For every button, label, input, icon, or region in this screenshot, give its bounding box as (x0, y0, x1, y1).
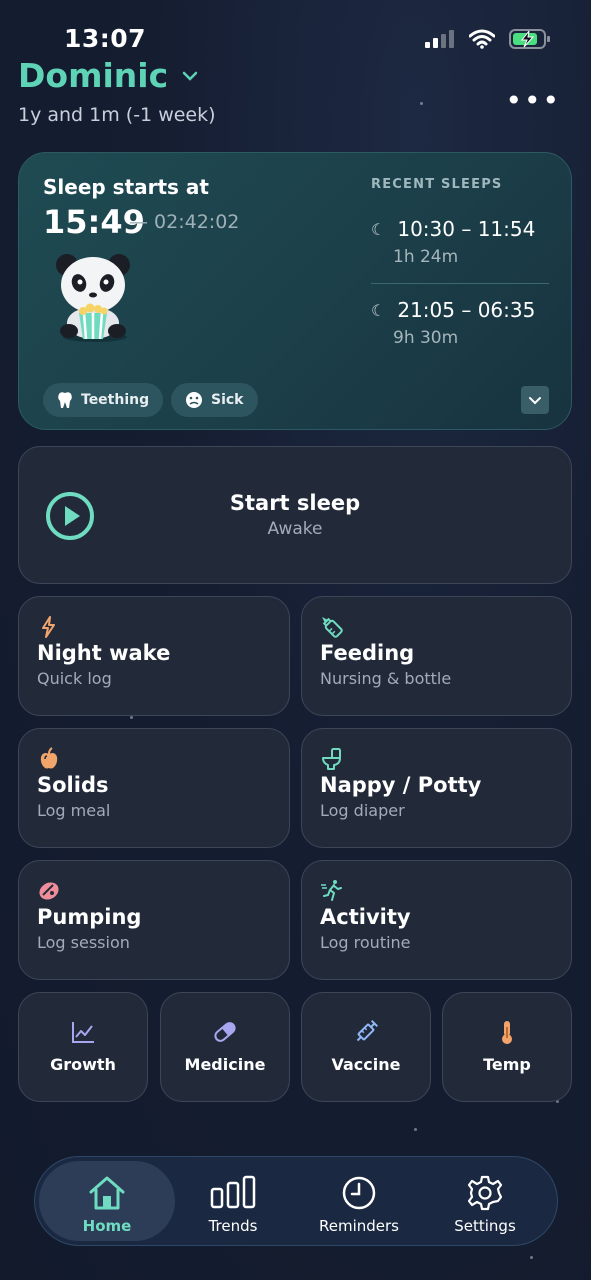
solids-tile[interactable]: Solids Log meal (18, 728, 290, 848)
tile-subtitle: Log session (37, 933, 130, 952)
tile-title: Nappy / Potty (320, 773, 482, 797)
toilet-icon (322, 748, 341, 770)
chevron-down-icon (182, 71, 198, 81)
running-icon (321, 880, 342, 901)
bars-icon (210, 1175, 256, 1209)
tile-subtitle: Log routine (320, 933, 411, 952)
vaccine-tile[interactable]: Vaccine (301, 992, 431, 1102)
medicine-tile[interactable]: Medicine (160, 992, 290, 1102)
activity-tile[interactable]: Activity Log routine (301, 860, 572, 980)
tab-trends[interactable]: Trends (165, 1161, 301, 1241)
tag-chip-sick[interactable]: Sick (171, 383, 258, 417)
tab-label: Settings (454, 1217, 516, 1235)
tab-home[interactable]: Home (39, 1161, 175, 1241)
gear-icon (467, 1175, 503, 1211)
tag-label: Teething (81, 392, 150, 408)
apple-icon (40, 747, 58, 769)
child-name: Dominic (18, 56, 169, 95)
sleep-starts-label: Sleep starts at (43, 175, 209, 199)
pumping-tile[interactable]: Pumping Log session (18, 860, 290, 980)
battery-charging-icon (509, 29, 550, 49)
child-selector[interactable]: Dominic (18, 56, 198, 95)
tile-subtitle: Log diaper (320, 801, 405, 820)
tab-label: Trends (208, 1217, 258, 1235)
panda-mascot-icon (56, 254, 130, 342)
tag-label: Sick (211, 392, 244, 408)
growth-chart-icon (72, 1022, 94, 1043)
tile-title: Feeding (320, 641, 415, 665)
chevron-down-icon (529, 396, 541, 404)
moon-icon: ☾ (371, 300, 386, 320)
recent-sleep-duration: 1h 24m (393, 247, 459, 267)
sleep-elapsed: — 02:42:02 (129, 211, 240, 233)
start-sleep-button[interactable]: Start sleep Awake (18, 446, 572, 584)
tile-label: Medicine (184, 1055, 266, 1074)
bolt-icon (42, 616, 55, 638)
child-age: 1y and 1m (-1 week) (18, 104, 216, 126)
thermometer-icon (502, 1021, 512, 1044)
night-wake-tile[interactable]: Night wake Quick log (18, 596, 290, 716)
bottle-icon (321, 616, 343, 638)
signal-icon (425, 30, 454, 48)
nappy-potty-tile[interactable]: Nappy / Potty Log diaper (301, 728, 572, 848)
sick-face-icon (186, 392, 202, 408)
growth-tile[interactable]: Growth (18, 992, 148, 1102)
sleep-state: Awake (267, 519, 323, 539)
clock-icon (342, 1176, 376, 1210)
tile-title: Pumping (37, 905, 142, 929)
recent-sleep-range: 21:05 – 06:35 (397, 298, 536, 322)
status-icons (425, 28, 551, 50)
tile-label: Growth (50, 1055, 116, 1074)
recent-sleep-item[interactable]: ☾ 21:05 – 06:35 9h 30m (371, 298, 551, 348)
pill-icon (214, 1022, 236, 1042)
recent-sleep-range: 10:30 – 11:54 (397, 217, 536, 241)
bottom-tab-bar: Home Trends Reminders Settings (34, 1156, 558, 1246)
tile-title: Solids (37, 773, 109, 797)
feeding-tile[interactable]: Feeding Nursing & bottle (301, 596, 572, 716)
tile-title: Activity (320, 905, 411, 929)
sleep-status-card[interactable]: Sleep starts at 15:49 — 02:42:02 RECENT … (18, 152, 572, 430)
status-time: 13:07 (64, 24, 147, 53)
moon-icon: ☾ (371, 219, 386, 239)
wifi-icon (469, 29, 495, 49)
tab-label: Reminders (319, 1217, 399, 1235)
tile-subtitle: Log meal (37, 801, 111, 820)
tile-subtitle: Nursing & bottle (320, 669, 452, 688)
tab-label: Home (82, 1217, 132, 1235)
divider (371, 283, 549, 284)
more-menu-icon[interactable]: ••• (505, 84, 561, 117)
recent-sleeps-title: RECENT SLEEPS (371, 177, 503, 192)
tooth-icon (58, 392, 72, 408)
tile-label: Temp (483, 1055, 531, 1074)
tab-settings[interactable]: Settings (417, 1161, 553, 1241)
recent-sleep-item[interactable]: ☾ 10:30 – 11:54 1h 24m (371, 217, 551, 267)
syringe-icon (356, 1019, 379, 1042)
start-sleep-title: Start sleep (229, 491, 361, 515)
tag-chip-teething[interactable]: Teething (43, 383, 164, 417)
recent-sleep-duration: 9h 30m (393, 328, 459, 348)
tab-reminders[interactable]: Reminders (291, 1161, 427, 1241)
tile-subtitle: Quick log (37, 669, 112, 688)
tile-title: Night wake (37, 641, 171, 665)
home-icon (89, 1176, 125, 1210)
pump-icon (39, 882, 59, 900)
tile-label: Vaccine (331, 1055, 401, 1074)
expand-card-button[interactable] (521, 386, 549, 414)
temp-tile[interactable]: Temp (442, 992, 572, 1102)
